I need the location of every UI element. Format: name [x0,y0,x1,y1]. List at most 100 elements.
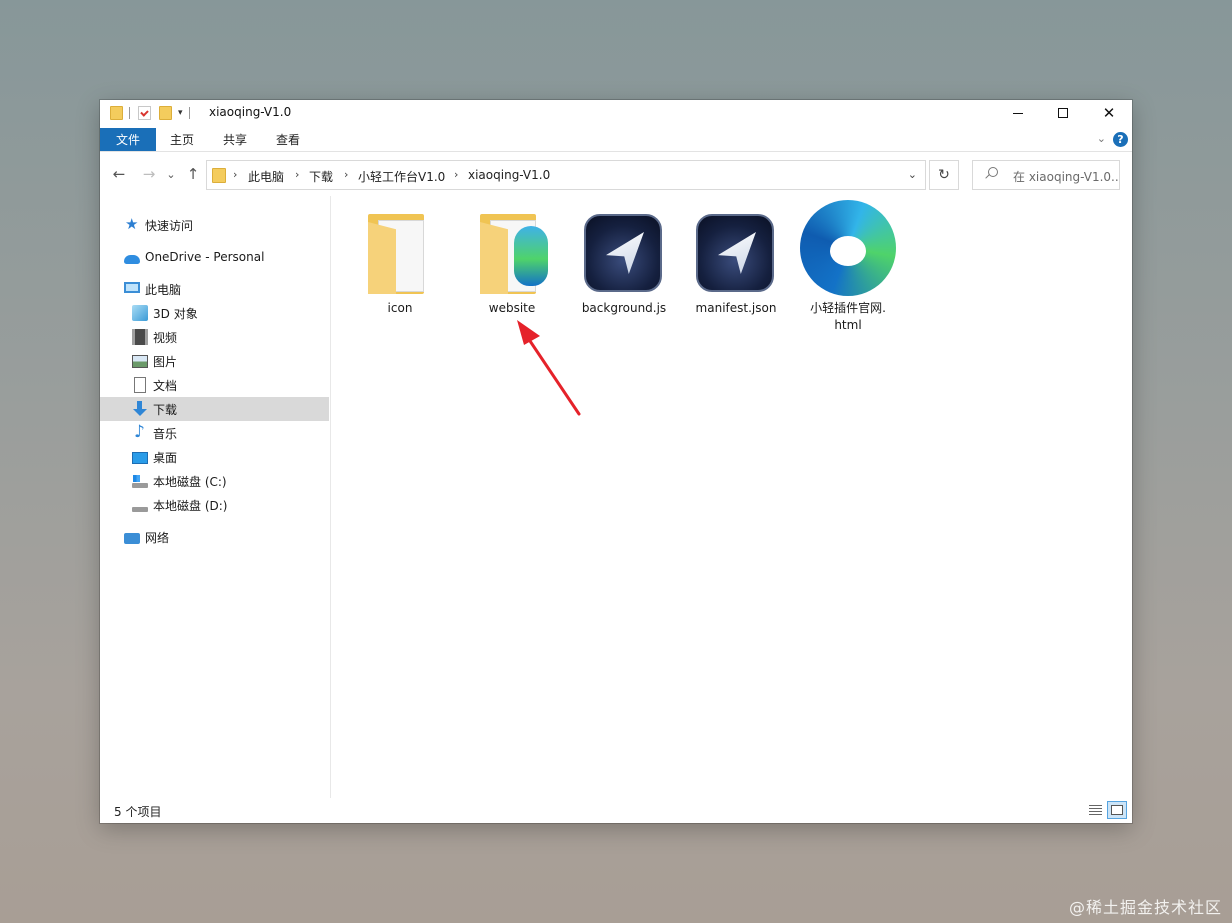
file-name: background.js [581,301,667,315]
file-explorer-window: ▾ xiaoqing-V1.0 ✕ 文件 主页 共享 查看 ⌄ ? ← → ⌄ … [100,100,1132,823]
sidebar-item-drive-d[interactable]: 本地磁盘 (D:) [100,493,329,517]
sidebar-item-label: 3D 对象 [153,306,198,321]
sidebar-item-label: 快速访问 [145,218,194,233]
breadcrumb-this-pc[interactable]: 此电脑 [248,168,284,185]
video-icon [132,329,148,345]
file-name: 小轻插件官网. html [798,300,898,334]
tab-share[interactable]: 共享 [211,128,259,151]
picture-icon [132,355,148,368]
file-name: icon [387,301,413,315]
file-name: manifest.json [695,301,777,315]
tab-view[interactable]: 查看 [264,128,312,151]
address-dropdown-icon[interactable]: ⌄ [908,168,917,181]
sidebar-item-label: OneDrive - Personal [145,250,265,264]
forward-button[interactable]: → [140,164,158,184]
title-bar: ▾ xiaoqing-V1.0 ✕ [100,100,1132,126]
sidebar-item-network[interactable]: 网络 [100,525,329,549]
network-icon [124,533,140,544]
quick-access-toolbar: ▾ [110,104,190,122]
close-button[interactable]: ✕ [1086,100,1132,126]
file-list-view: icon website background.js manifest.json [331,196,1132,798]
up-button[interactable]: ↑ [184,164,202,184]
new-folder-icon[interactable] [159,106,172,120]
navigation-bar: ← → ⌄ ↑ › 此电脑 › 下载 › 小轻工作台V1.0 › xiaoqin… [100,158,1132,192]
navigation-pane: 快速访问 OneDrive - Personal 此电脑 3D 对象 视频 图片… [100,208,330,798]
tab-file[interactable]: 文件 [100,128,156,151]
back-button[interactable]: ← [110,164,128,184]
breadcrumb-separator[interactable]: › [233,168,237,181]
maximize-button[interactable] [1040,100,1086,126]
minimize-icon [1013,112,1023,114]
breadcrumb-current-folder[interactable]: xiaoqing-V1.0 [468,168,550,182]
sidebar-item-downloads[interactable]: 下载 [100,397,329,421]
file-name-line1: 小轻插件官网. [810,301,886,315]
sidebar-item-this-pc[interactable]: 此电脑 [100,277,329,301]
details-view-icon [1088,805,1102,815]
large-icons-view-icon [1111,805,1123,815]
toolbar-separator [129,107,130,119]
folder-icon [368,214,430,296]
breadcrumb-downloads[interactable]: 下载 [309,168,333,185]
sidebar-item-label: 本地磁盘 (C:) [153,474,227,489]
3d-objects-icon [132,305,148,321]
status-bar: 5 个项目 [100,798,1132,823]
sidebar-item-3d-objects[interactable]: 3D 对象 [100,301,329,325]
edge-browser-icon [800,200,896,296]
sidebar-item-quick-access[interactable]: 快速访问 [100,213,329,237]
drive-c-icon [132,475,148,488]
breadcrumb-separator[interactable]: › [344,168,348,181]
item-count: 5 个项目 [114,805,162,819]
paper-plane-icon [696,214,774,292]
search-input[interactable]: 在 xiaoqing-V1.0... [972,160,1120,190]
sidebar-item-label: 此电脑 [145,282,182,297]
drive-d-icon [132,507,148,512]
cloud-icon [124,254,140,264]
breadcrumb-separator[interactable]: › [454,168,458,181]
toolbar-separator [188,107,190,119]
folder-icon [110,106,123,120]
folder-icon [212,168,226,183]
recent-locations-button[interactable]: ⌄ [162,164,180,184]
expand-ribbon-icon[interactable]: ⌄ [1097,132,1106,145]
download-icon [132,401,148,417]
search-icon [985,167,998,179]
watermark: @稀土掘金技术社区 [1068,898,1222,917]
tab-home[interactable]: 主页 [158,128,206,151]
minimize-button[interactable] [995,100,1041,126]
sidebar-item-label: 网络 [145,530,170,545]
ribbon-tabs: 文件 主页 共享 查看 ⌄ ? [100,128,1132,152]
sidebar-item-drive-c[interactable]: 本地磁盘 (C:) [100,469,329,493]
document-icon [134,377,146,393]
sidebar-item-onedrive[interactable]: OneDrive - Personal [100,245,329,269]
address-bar[interactable]: › 此电脑 › 下载 › 小轻工作台V1.0 › xiaoqing-V1.0 ⌄ [206,160,926,190]
computer-icon [124,282,140,293]
file-name: website [488,301,536,315]
sidebar-item-documents[interactable]: 文档 [100,373,329,397]
window-title: xiaoqing-V1.0 [209,105,292,119]
large-icons-view-button[interactable] [1107,801,1127,819]
refresh-button[interactable]: ↻ [929,160,959,190]
sidebar-item-music[interactable]: 音乐 [100,421,329,445]
sidebar-item-label: 视频 [153,330,178,345]
sidebar-item-pictures[interactable]: 图片 [100,349,329,373]
search-placeholder: 在 xiaoqing-V1.0... [1013,170,1119,184]
breadcrumb-workbench[interactable]: 小轻工作台V1.0 [358,168,445,185]
sidebar-item-videos[interactable]: 视频 [100,325,329,349]
star-icon [124,215,140,233]
maximize-icon [1058,108,1068,118]
music-icon [132,422,148,442]
properties-icon[interactable] [138,106,151,120]
help-icon[interactable]: ? [1113,132,1128,147]
sidebar-item-label: 桌面 [153,450,178,465]
sidebar-item-desktop[interactable]: 桌面 [100,445,329,469]
breadcrumb-separator[interactable]: › [295,168,299,181]
folder-icon [480,214,548,296]
file-name-line2: html [834,318,862,332]
paper-plane-icon [584,214,662,292]
desktop-icon [132,452,148,464]
details-view-button[interactable] [1085,801,1105,819]
sidebar-item-label: 本地磁盘 (D:) [153,498,228,513]
sidebar-item-label: 下载 [153,402,178,417]
edge-icon [514,226,548,286]
customize-toolbar-icon[interactable]: ▾ [178,108,183,118]
